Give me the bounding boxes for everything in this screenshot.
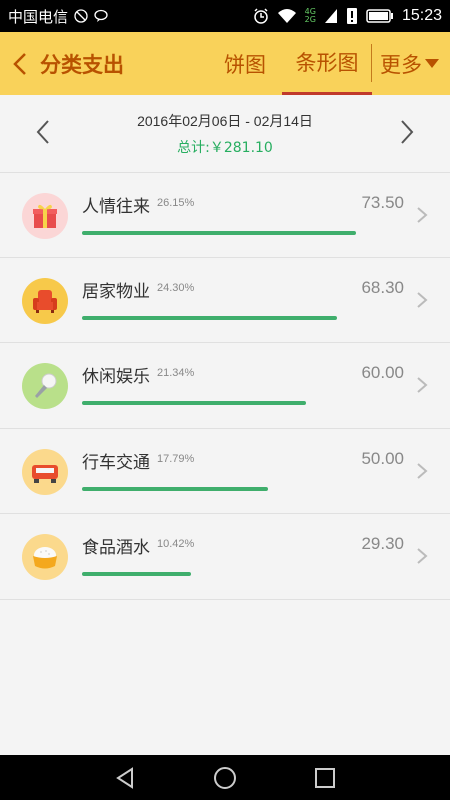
message-icon [94,9,108,22]
signal-icon [324,9,337,23]
category-amount: 50.00 [361,448,404,468]
category-name: 休闲娱乐 [82,367,150,387]
chevron-right-icon [417,462,428,479]
gift-icon [22,193,68,239]
rice-bowl-icon [22,534,68,580]
category-bar [82,231,356,235]
divider [371,44,372,82]
total-amount: 总计:￥281.10 [177,140,273,156]
category-bar [82,572,191,576]
more-menu-button[interactable]: 更多 [380,32,446,95]
no-sim-icon [74,9,88,23]
category-row[interactable]: 人情往来 26.15% 73.50 [0,172,450,258]
category-row[interactable]: 行车交通 17.79% 50.00 [0,429,450,514]
recents-square-icon [315,768,335,788]
armchair-icon [22,277,68,324]
chevron-left-icon [13,52,26,75]
category-amount: 29.30 [361,534,404,553]
app-bar: 分类支出 饼图 条形图 更多 [0,32,450,95]
next-period-button[interactable] [392,117,422,147]
tab-bar-chart[interactable]: 条形图 [282,32,372,95]
back-button[interactable] [0,32,40,95]
nav-home-button[interactable] [210,763,240,793]
dropdown-triangle-icon [425,59,439,68]
category-amount: 68.30 [361,277,404,297]
chevron-right-icon [417,291,428,308]
date-range-label: 2016年02月06日 - 02月14日 [137,113,313,129]
clock: 15:23 [401,7,442,24]
wifi-icon [277,9,296,23]
nav-recents-button[interactable] [310,763,340,793]
status-bar: 中国电信 4G 2G 15:23 [0,0,450,32]
car-icon [22,448,68,495]
category-bar [82,486,268,491]
category-name: 食品酒水 [82,538,150,558]
category-name: 人情往来 [82,197,150,217]
category-amount: 60.00 [361,363,404,382]
more-label: 更多 [380,52,422,77]
category-bar [82,315,337,320]
category-row[interactable]: 休闲娱乐 21.34% 60.00 [0,343,450,429]
alarm-icon [253,8,268,24]
category-amount: 73.50 [361,193,404,212]
category-list: 人情往来 26.15% 73.50 居家物业 24.30% 68.30 休闲娱乐… [0,172,450,600]
battery-icon [366,9,393,23]
system-navigation-bar [0,755,450,800]
chevron-right-icon [417,377,428,393]
date-range-bar: 2016年02月06日 - 02月14日 总计:￥281.10 [0,95,450,172]
category-percent: 17.79% [157,452,195,465]
sim-alert-icon [346,8,357,24]
chevron-right-icon [401,120,414,144]
category-percent: 21.34% [157,367,195,379]
chevron-right-icon [417,207,428,223]
category-percent: 26.15% [157,197,195,209]
category-row[interactable]: 居家物业 24.30% 68.30 [0,258,450,343]
nav-back-button[interactable] [110,763,140,793]
network-type: 4G 2G [304,7,316,24]
chevron-right-icon [417,548,428,564]
category-percent: 24.30% [157,281,195,294]
category-percent: 10.42% [157,538,195,550]
tab-pie-chart[interactable]: 饼图 [214,32,276,95]
category-row[interactable]: 食品酒水 10.42% 29.30 [0,514,450,600]
category-name: 居家物业 [82,281,150,302]
carrier-name: 中国电信 [8,7,69,26]
microphone-icon [22,363,68,409]
category-name: 行车交通 [82,452,150,473]
page-title: 分类支出 [40,52,124,77]
home-circle-icon [214,767,236,789]
category-bar [82,401,306,405]
back-triangle-icon [116,767,133,789]
